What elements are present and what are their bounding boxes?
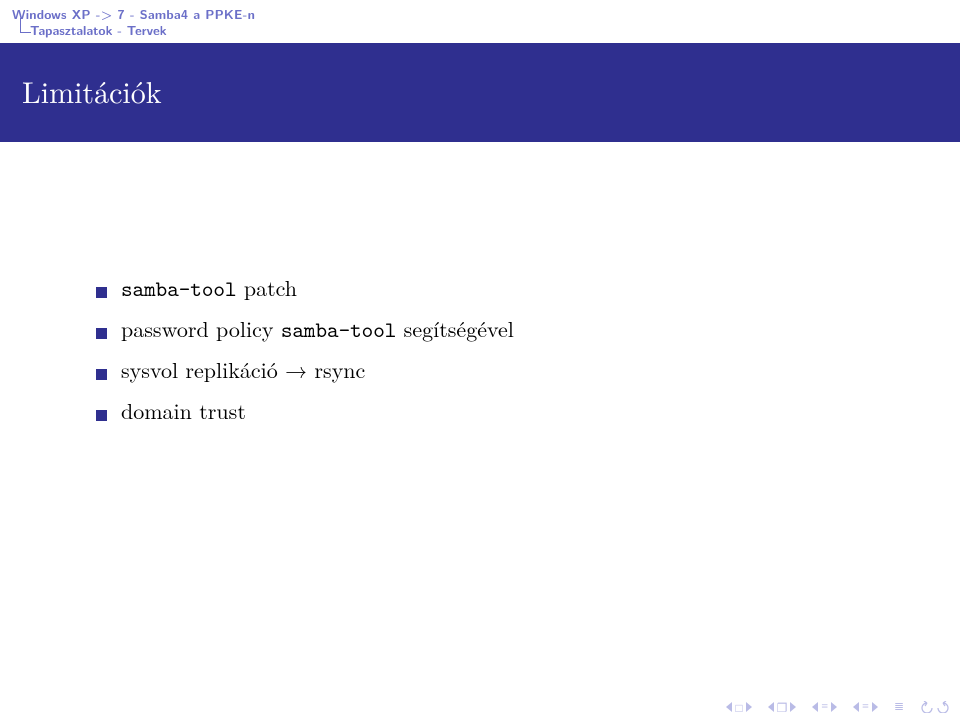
nav-subsection-group[interactable]: ≡ <box>853 699 878 714</box>
triangle-left-icon <box>853 702 859 712</box>
triangle-left-icon <box>726 702 732 712</box>
triangle-right-icon <box>790 702 796 712</box>
item-text: samba-tool patch <box>121 272 297 303</box>
slide-title: Limitációk <box>22 69 938 112</box>
item-text: sysvol replikáció → rsync <box>121 354 365 385</box>
forward-loop-icon <box>936 701 950 713</box>
item-rest: patch <box>237 272 298 303</box>
back-loop-icon <box>920 701 934 713</box>
item-text: domain trust <box>121 395 246 426</box>
list-item: password policy samba-tool segítségével <box>96 313 884 344</box>
goto-icon[interactable]: ≣ <box>894 699 904 714</box>
frame-icon: □ <box>735 701 742 713</box>
slide: Windows XP -> 7 - Samba4 a PPKE-n Tapasz… <box>0 0 960 720</box>
slide-body: samba-tool patch password policy samba-t… <box>0 142 960 426</box>
triangle-right-icon <box>746 702 752 712</box>
triangle-left-icon <box>768 702 774 712</box>
nav-section-group[interactable]: ≡ <box>812 699 837 714</box>
item-rest: segítségével <box>396 313 514 344</box>
bullet-icon <box>96 369 107 380</box>
nav-doc-group[interactable]: ❐ <box>768 701 797 713</box>
title-bar: Limitációk <box>0 43 960 142</box>
elbow-icon <box>20 18 31 33</box>
bullet-icon <box>96 328 107 339</box>
section-icon: ≡ <box>821 699 828 714</box>
triangle-right-icon <box>831 702 837 712</box>
subsection-icon: ≡ <box>862 699 869 714</box>
item-text: password policy samba-tool segítségével <box>121 313 514 344</box>
beamer-nav: □ ❐ ≡ ≡ ≣ <box>726 699 950 714</box>
nav-frame-group[interactable]: □ <box>726 701 751 713</box>
item-mono: samba-tool <box>121 274 237 303</box>
breadcrumb-line2-text: Tapasztalatok - Tervek <box>30 20 167 39</box>
breadcrumb: Windows XP -> 7 - Samba4 a PPKE-n Tapasz… <box>0 0 960 43</box>
breadcrumb-line2: Tapasztalatok - Tervek <box>12 22 948 38</box>
document-icon: ❐ <box>777 701 788 713</box>
bullet-icon <box>96 410 107 421</box>
list-item: domain trust <box>96 395 884 426</box>
nav-loop-group[interactable] <box>920 701 950 713</box>
item-plain: password policy <box>121 313 281 344</box>
item-mono: samba-tool <box>281 315 397 344</box>
triangle-left-icon <box>812 702 818 712</box>
list-item: samba-tool patch <box>96 272 884 303</box>
bullet-icon <box>96 287 107 298</box>
list-item: sysvol replikáció → rsync <box>96 354 884 385</box>
triangle-right-icon <box>872 702 878 712</box>
